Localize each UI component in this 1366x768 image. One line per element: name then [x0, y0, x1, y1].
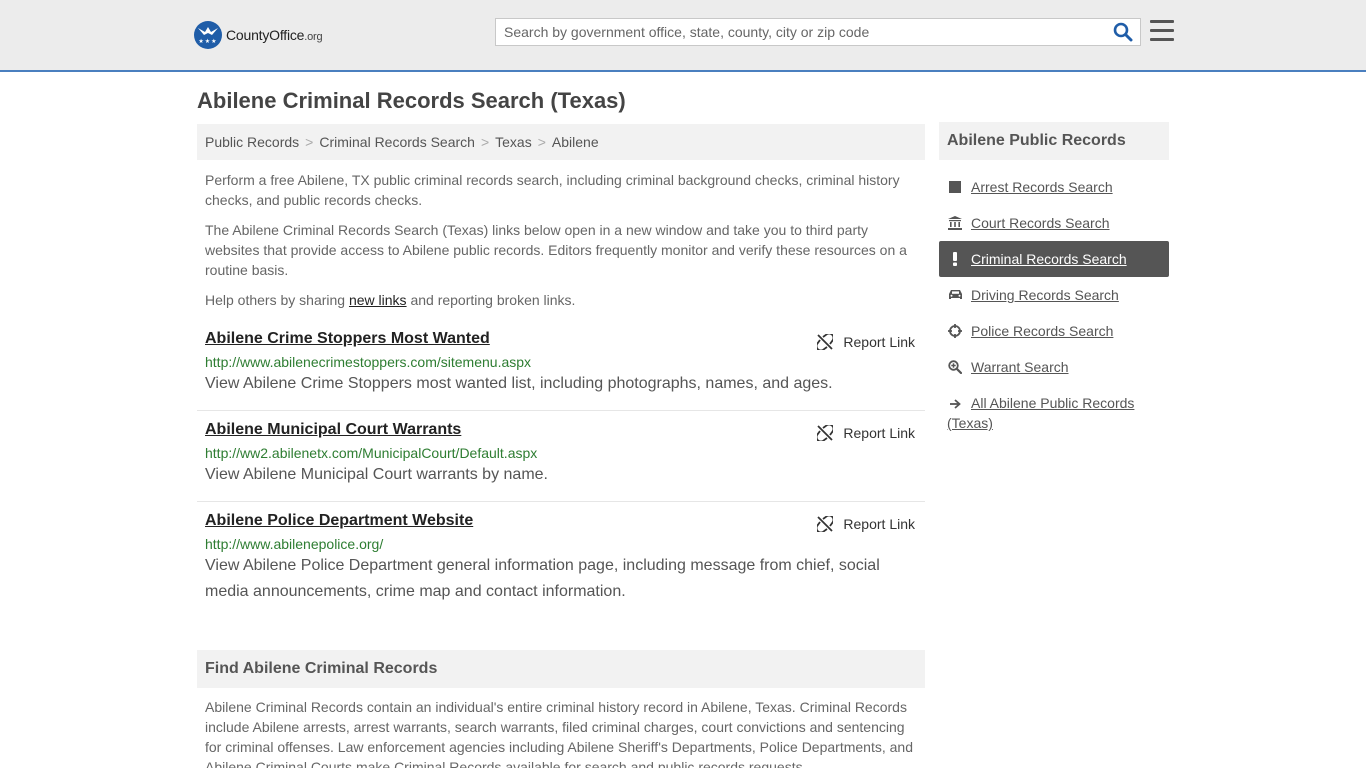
- broken-link-icon: [817, 425, 834, 441]
- record-url: http://ww2.abilenetx.com/MunicipalCourt/…: [205, 445, 538, 461]
- car-icon: [947, 287, 963, 303]
- report-link-button[interactable]: Report Link: [817, 334, 915, 350]
- site-logo[interactable]: ★★★ CountyOffice.org: [194, 20, 323, 50]
- record-description: View Abilene Police Department general i…: [205, 557, 880, 600]
- record-url: http://www.abilenepolice.org/: [205, 536, 384, 552]
- new-links-link[interactable]: new links: [349, 292, 407, 308]
- arrow-right-icon: [947, 396, 963, 412]
- find-section-text: Abilene Criminal Records contain an indi…: [205, 699, 913, 768]
- breadcrumb-separator: >: [305, 134, 314, 150]
- record-title-link[interactable]: Abilene Police Department Website: [205, 512, 473, 530]
- breadcrumb: Public Records > Criminal Records Search > T…: [197, 124, 925, 160]
- breadcrumb-abilene[interactable]: Abilene: [552, 134, 599, 150]
- sidebar-item-all-public-records[interactable]: All Abilene Public Records (Texas): [939, 387, 1169, 431]
- record-description: View Abilene Municipal Court warrants by…: [205, 466, 548, 483]
- courthouse-icon: [947, 215, 963, 231]
- sidebar-item-court-records[interactable]: Court Records Search: [939, 205, 1169, 241]
- record-title-link[interactable]: Abilene Crime Stoppers Most Wanted: [205, 330, 490, 348]
- breadcrumb-criminal-records-search[interactable]: Criminal Records Search: [319, 134, 475, 150]
- sidebar-item-arrest-records[interactable]: Arrest Records Search: [939, 169, 1169, 205]
- record-title-link[interactable]: Abilene Municipal Court Warrants: [205, 421, 461, 439]
- find-section-title: Find Abilene Criminal Records: [197, 650, 925, 688]
- search-box: [495, 18, 1141, 46]
- record-item: Abilene Police Department Website Report…: [197, 512, 925, 612]
- page-title: Abilene Criminal Records Search (Texas): [197, 88, 626, 113]
- sidebar-item-warrant-search[interactable]: Warrant Search: [939, 349, 1169, 385]
- record-item: Abilene Crime Stoppers Most Wanted Repor…: [197, 330, 925, 411]
- exclamation-icon: [947, 251, 963, 267]
- crosshair-icon: [947, 323, 963, 339]
- intro-paragraph-1: Perform a free Abilene, TX public crimin…: [205, 172, 900, 208]
- search-icon: [1113, 22, 1133, 42]
- broken-link-icon: [817, 334, 834, 350]
- record-item: Abilene Municipal Court Warrants Report …: [197, 421, 925, 502]
- breadcrumb-separator: >: [480, 134, 490, 150]
- report-link-button[interactable]: Report Link: [817, 516, 915, 532]
- intro-paragraph-3: Help others by sharing new links and rep…: [205, 292, 576, 308]
- breadcrumb-public-records[interactable]: Public Records: [205, 134, 299, 150]
- square-icon: [947, 179, 963, 195]
- record-description: View Abilene Crime Stoppers most wanted …: [205, 375, 833, 392]
- search-input[interactable]: [496, 19, 1106, 45]
- record-url: http://www.abilenecrimestoppers.com/site…: [205, 354, 532, 370]
- search-plus-icon: [947, 359, 963, 375]
- intro-paragraph-2: The Abilene Criminal Records Search (Tex…: [205, 222, 907, 278]
- report-link-button[interactable]: Report Link: [817, 425, 915, 441]
- breadcrumb-separator: >: [537, 134, 546, 150]
- site-header: ★★★ CountyOffice.org: [0, 0, 1366, 72]
- breadcrumb-texas[interactable]: Texas: [495, 134, 532, 150]
- sidebar-item-driving-records[interactable]: Driving Records Search: [939, 277, 1169, 313]
- eagle-logo-icon: ★★★: [194, 21, 222, 49]
- search-button[interactable]: [1112, 22, 1134, 42]
- sidebar-title: Abilene Public Records: [939, 122, 1169, 160]
- hamburger-menu-icon[interactable]: [1150, 20, 1174, 42]
- sidebar-item-police-records[interactable]: Police Records Search: [939, 313, 1169, 349]
- logo-text: CountyOffice.org: [226, 27, 323, 43]
- broken-link-icon: [817, 516, 834, 532]
- sidebar-item-criminal-records[interactable]: Criminal Records Search: [939, 241, 1169, 277]
